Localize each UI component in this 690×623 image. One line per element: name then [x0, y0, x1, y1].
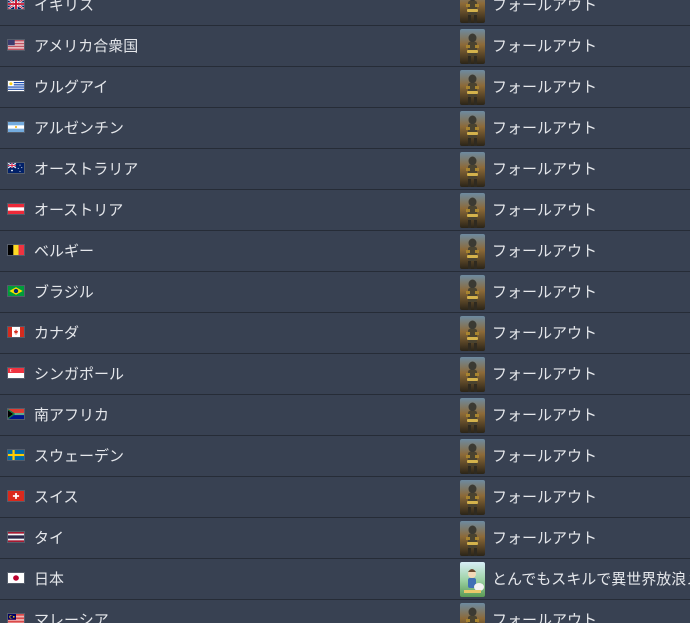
game-title[interactable]: フォールアウト — [492, 600, 597, 623]
tondemo-cover-icon[interactable] — [460, 562, 485, 597]
fallout-cover-icon[interactable] — [460, 193, 485, 228]
belgium-flag-icon — [7, 244, 25, 256]
australia-flag-icon — [7, 162, 25, 174]
uk-flag-icon — [7, 0, 25, 10]
singapore-flag-icon — [7, 367, 25, 379]
table-row[interactable]: 南アフリカ フォールアウト — [0, 395, 690, 436]
game-title[interactable]: とんでもスキルで異世界放浪メシ — [492, 559, 690, 599]
fallout-cover-icon[interactable] — [460, 234, 485, 269]
table-row[interactable]: オーストリア フォールアウト — [0, 190, 690, 231]
game-title[interactable]: フォールアウト — [492, 190, 597, 230]
fallout-cover-icon[interactable] — [460, 70, 485, 105]
game-title[interactable]: フォールアウト — [492, 518, 597, 558]
austria-flag-icon — [7, 203, 25, 215]
country-name: スウェーデン — [34, 447, 125, 465]
fallout-cover-icon[interactable] — [460, 111, 485, 146]
country-name: ベルギー — [34, 242, 95, 260]
switzerland-flag-icon — [7, 490, 25, 502]
country-name: アメリカ合衆国 — [34, 37, 139, 55]
thailand-flag-icon — [7, 531, 25, 543]
fallout-cover-icon[interactable] — [460, 29, 485, 64]
game-title[interactable]: フォールアウト — [492, 436, 597, 476]
fallout-cover-icon[interactable] — [460, 439, 485, 474]
table-row[interactable]: ウルグアイ フォールアウト — [0, 67, 690, 108]
table-row[interactable]: オーストラリア フォールアウト — [0, 149, 690, 190]
table-row[interactable]: イギリス フォールアウト — [0, 0, 690, 26]
table-row[interactable]: アルゼンチン フォールアウト — [0, 108, 690, 149]
fallout-cover-icon[interactable] — [460, 357, 485, 392]
country-name: スイス — [34, 488, 79, 506]
country-name: カナダ — [34, 324, 80, 342]
table-row[interactable]: シンガポール フォールアウト — [0, 354, 690, 395]
rows-container: イギリス フォールアウト アメリカ合衆国 フォールアウト ウルグアイ フォールアウト アルゼ… — [0, 0, 690, 623]
country-name: アルゼンチン — [34, 119, 124, 137]
fallout-cover-icon[interactable] — [460, 521, 485, 556]
table-row[interactable]: ブラジル フォールアウト — [0, 272, 690, 313]
country-name: タイ — [34, 529, 65, 547]
sweden-flag-icon — [7, 449, 25, 461]
table-row[interactable]: 日本 とんでもスキルで異世界放浪メシ — [0, 559, 690, 600]
uruguay-flag-icon — [7, 80, 25, 92]
fallout-cover-icon[interactable] — [460, 603, 485, 623]
country-name: 南アフリカ — [34, 406, 110, 424]
game-title[interactable]: フォールアウト — [492, 108, 597, 148]
south-africa-flag-icon — [7, 408, 25, 420]
fallout-cover-icon[interactable] — [460, 316, 485, 351]
country-name: ウルグアイ — [34, 78, 109, 96]
country-name: オーストリア — [34, 201, 124, 219]
fallout-cover-icon[interactable] — [460, 480, 485, 515]
game-title[interactable]: フォールアウト — [492, 272, 597, 312]
fallout-cover-icon[interactable] — [460, 275, 485, 310]
country-name: イギリス — [34, 0, 95, 14]
brazil-flag-icon — [7, 285, 25, 297]
game-title[interactable]: フォールアウト — [492, 67, 597, 107]
game-title[interactable]: フォールアウト — [492, 231, 597, 271]
malaysia-flag-icon — [7, 613, 25, 623]
game-title[interactable]: フォールアウト — [492, 0, 597, 25]
table-row[interactable]: スウェーデン フォールアウト — [0, 436, 690, 477]
canada-flag-icon — [7, 326, 25, 338]
us-flag-icon — [7, 39, 25, 51]
game-title[interactable]: フォールアウト — [492, 354, 597, 394]
country-name: シンガポール — [34, 365, 125, 383]
game-title[interactable]: フォールアウト — [492, 395, 597, 435]
table-row[interactable]: ベルギー フォールアウト — [0, 231, 690, 272]
table-row[interactable]: スイス フォールアウト — [0, 477, 690, 518]
country-ranking-list: イギリス フォールアウト アメリカ合衆国 フォールアウト ウルグアイ フォールアウト アルゼ… — [0, 0, 690, 623]
country-name: 日本 — [34, 570, 65, 588]
fallout-cover-icon[interactable] — [460, 152, 485, 187]
game-title[interactable]: フォールアウト — [492, 26, 597, 66]
argentina-flag-icon — [7, 121, 25, 133]
table-row[interactable]: マレーシア フォールアウト — [0, 600, 690, 623]
table-row[interactable]: カナダ フォールアウト — [0, 313, 690, 354]
fallout-cover-icon[interactable] — [460, 0, 485, 23]
game-title[interactable]: フォールアウト — [492, 477, 597, 517]
table-row[interactable]: タイ フォールアウト — [0, 518, 690, 559]
country-name: オーストラリア — [34, 160, 139, 178]
country-name: マレーシア — [34, 611, 109, 623]
table-row[interactable]: アメリカ合衆国 フォールアウト — [0, 26, 690, 67]
japan-flag-icon — [7, 572, 25, 584]
fallout-cover-icon[interactable] — [460, 398, 485, 433]
game-title[interactable]: フォールアウト — [492, 313, 597, 353]
game-title[interactable]: フォールアウト — [492, 149, 597, 189]
country-name: ブラジル — [34, 283, 94, 301]
